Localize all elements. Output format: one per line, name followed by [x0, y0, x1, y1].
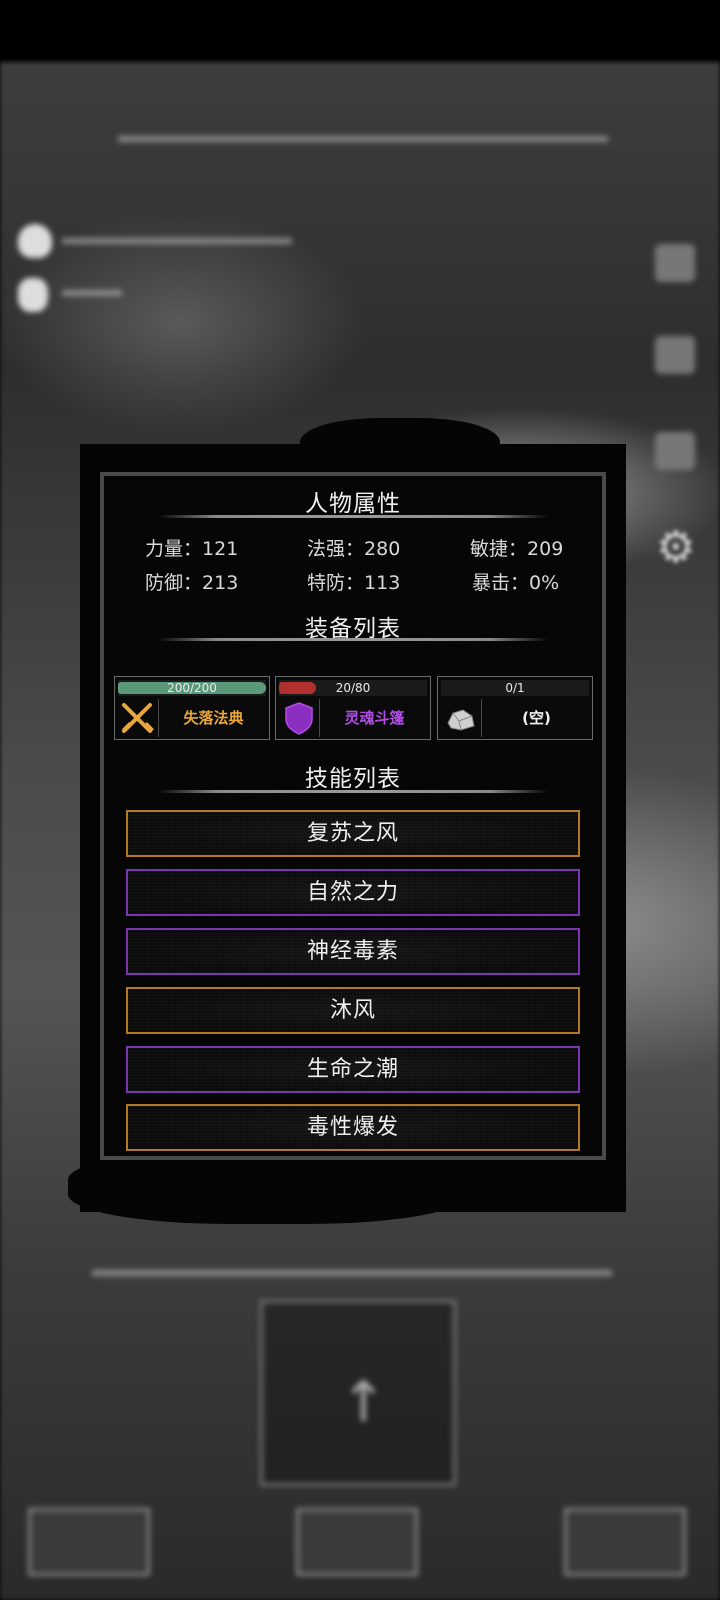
background-divider: [118, 136, 608, 142]
gear-icon: ⚙: [656, 522, 696, 573]
heart-icon: [18, 224, 52, 258]
skill-button[interactable]: 沐风: [126, 987, 580, 1034]
skill-button[interactable]: 神经毒素: [126, 928, 580, 975]
durability-text: 0/1: [505, 681, 525, 695]
equipment-name: (空): [522, 709, 551, 727]
equipment-slot[interactable]: 200/200 失落法典: [114, 676, 270, 740]
panel-edge: [300, 418, 500, 478]
side-menu-button: [655, 336, 695, 374]
crossed-swords-icon: [118, 699, 159, 737]
background-health-bar: [62, 238, 292, 244]
stat-magic-defense: 特防：113: [307, 572, 401, 594]
attributes-divider: [158, 515, 548, 518]
background-bottom-button: [564, 1508, 686, 1576]
attributes-title: 人物属性: [305, 491, 401, 517]
side-menu-button: [655, 244, 695, 282]
skills-divider: [158, 790, 548, 793]
background-stamina-bar: [62, 290, 122, 296]
stat-defense: 防御：213: [145, 572, 239, 594]
skills-title: 技能列表: [305, 766, 401, 792]
purple-shield-icon: [279, 699, 320, 737]
durability-text: 20/80: [335, 681, 371, 695]
durability-bar: 0/1: [441, 680, 589, 696]
durability-bar: 200/200: [118, 680, 266, 696]
rock-icon: [441, 699, 482, 737]
stat-spell-power: 法强：280: [307, 538, 401, 560]
background-bottom-button: [296, 1508, 418, 1576]
side-menu-button: [655, 432, 695, 470]
strength-arm-icon: [18, 278, 48, 312]
skill-button[interactable]: 自然之力: [126, 869, 580, 916]
background-divider: [92, 1270, 612, 1276]
equipment-slot[interactable]: 0/1 (空): [437, 676, 593, 740]
stat-agility: 敏捷：209: [470, 538, 564, 560]
durability-text: 200/200: [167, 681, 217, 695]
equipment-name: 失落法典: [183, 709, 244, 727]
equipment-divider: [158, 638, 548, 641]
durability-bar: 20/80: [279, 680, 427, 696]
equipment-slot[interactable]: 20/80 灵魂斗篷: [275, 676, 431, 740]
panel-edge: [68, 1150, 468, 1224]
skill-button[interactable]: 复苏之风: [126, 810, 580, 857]
arrow-up-icon: ↑: [340, 1370, 387, 1435]
background-bottom-button: [28, 1508, 150, 1576]
stat-strength: 力量：121: [145, 538, 239, 560]
skill-button[interactable]: 生命之潮: [126, 1046, 580, 1093]
skill-button[interactable]: 毒性爆发: [126, 1104, 580, 1151]
equipment-name: 灵魂斗篷: [344, 709, 405, 727]
stat-critical: 暴击：0%: [472, 572, 560, 594]
